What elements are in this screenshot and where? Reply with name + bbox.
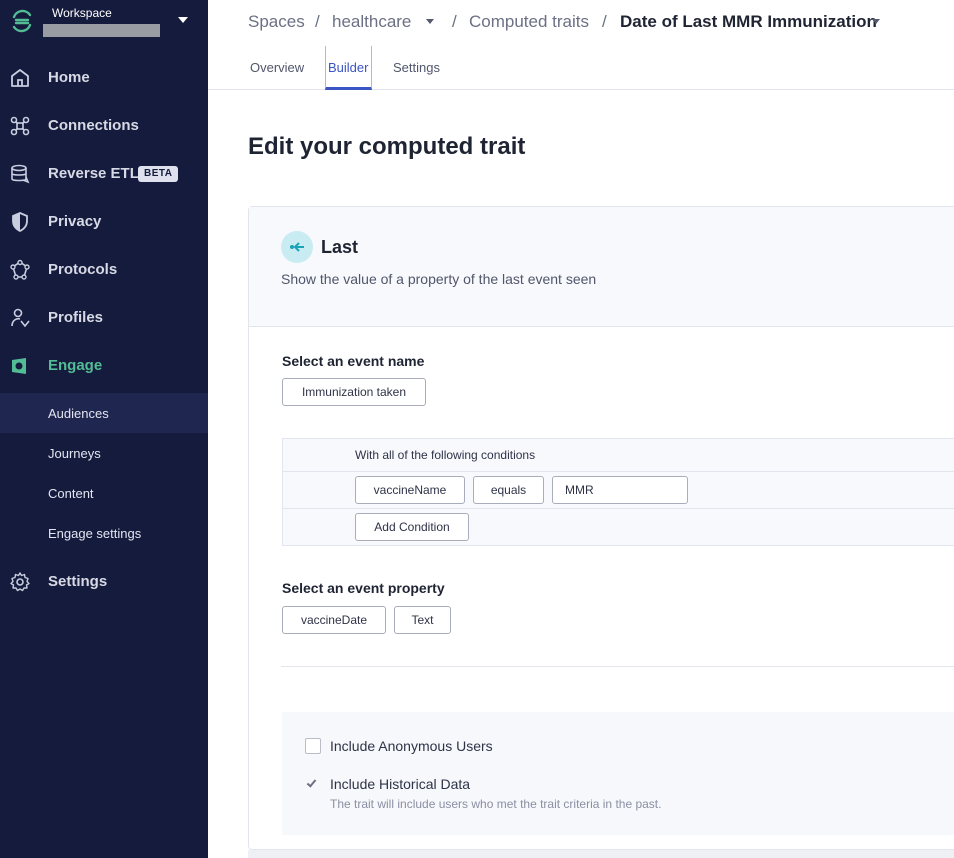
breadcrumb-healthcare[interactable]: healthcare [332, 12, 411, 32]
sidebar-subitem-label: Journeys [48, 446, 101, 461]
segment-logo-icon [12, 9, 32, 33]
sidebar-item-label: Protocols [48, 261, 118, 278]
sidebar-item-protocols[interactable]: Protocols [0, 249, 208, 289]
sidebar-item-label: Profiles [48, 309, 104, 326]
section-divider [281, 666, 954, 667]
sidebar-subitem-audiences[interactable]: Audiences [0, 393, 208, 433]
anonymous-users-label: Include Anonymous Users [330, 738, 493, 754]
conditions-box: With all of the following conditions vac… [282, 438, 954, 546]
page-header: Spaces / healthcare / Computed traits / … [208, 0, 954, 90]
condition-property-select[interactable]: vaccineName [355, 476, 465, 504]
breadcrumb-current-trait: Date of Last MMR Immunization [620, 12, 877, 31]
sidebar-item-home[interactable]: Home [0, 57, 208, 97]
add-condition-button[interactable]: Add Condition [355, 513, 469, 541]
condition-value-input[interactable]: MMR [552, 476, 688, 504]
profile-icon [11, 308, 30, 328]
connections-icon [10, 116, 30, 136]
protocols-icon [10, 259, 30, 280]
sidebar-subitem-engage-settings[interactable]: Engage settings [0, 513, 208, 553]
historical-data-help: The trait will include users who met the… [330, 797, 662, 811]
home-icon [11, 69, 29, 87]
sidebar-item-label: Privacy [48, 213, 102, 230]
sidebar-item-engage[interactable]: Engage [0, 345, 208, 385]
sidebar-item-privacy[interactable]: Privacy [0, 201, 208, 241]
sidebar-subitem-content[interactable]: Content [0, 473, 208, 513]
workspace-label: Workspace [52, 6, 112, 20]
breadcrumb-separator: / [452, 12, 457, 31]
trait-type-description: Show the value of a property of the last… [281, 271, 597, 287]
trait-type-header: Last Show the value of a property of the… [249, 207, 954, 327]
page-title: Edit your computed trait [248, 133, 526, 160]
sidebar-item-settings[interactable]: Settings [0, 561, 208, 601]
sidebar-subitem-label: Engage settings [48, 526, 142, 541]
beta-badge: BETA [138, 166, 179, 182]
trait-type-badge [281, 231, 313, 263]
condition-row: vaccineName equals MMR [283, 472, 954, 509]
sidebar-item-profiles[interactable]: Profiles [0, 297, 208, 337]
breadcrumb-computed-traits[interactable]: Computed traits [469, 12, 589, 32]
shield-icon [12, 212, 28, 233]
breadcrumb-separator: / [602, 12, 607, 31]
event-property-label: Select an event property [282, 580, 445, 596]
checkmark-icon [306, 777, 317, 788]
conditions-title: With all of the following conditions [355, 448, 536, 462]
breadcrumb-separator: / [315, 12, 320, 31]
trait-builder-card: Last Show the value of a property of the… [248, 206, 954, 850]
breadcrumb-spaces[interactable]: Spaces [248, 12, 305, 32]
database-icon [11, 164, 30, 184]
engage-icon [12, 358, 26, 374]
sidebar-item-label: Home [48, 69, 90, 86]
event-name-select[interactable]: Immunization taken [282, 378, 426, 406]
sidebar-subitem-journeys[interactable]: Journeys [0, 433, 208, 473]
sidebar-item-label: Settings [48, 573, 108, 590]
event-property-select[interactable]: vaccineDate [282, 606, 386, 634]
tab-builder[interactable]: Builder [328, 60, 368, 75]
sidebar-subitem-label: Audiences [48, 406, 109, 421]
historical-data-checkbox[interactable] [305, 776, 321, 792]
sidebar: Workspace Home Connections Reverse ETL B… [0, 0, 208, 858]
trait-type-title: Last [321, 237, 359, 257]
condition-operator-select[interactable]: equals [473, 476, 544, 504]
sidebar-subitem-label: Content [48, 486, 94, 501]
workspace-switcher[interactable]: Workspace [0, 0, 208, 44]
chevron-down-icon[interactable] [178, 17, 188, 23]
anonymous-users-checkbox[interactable] [305, 738, 321, 754]
gear-icon [10, 572, 30, 592]
event-name-label: Select an event name [282, 353, 425, 369]
sidebar-item-label: Engage [48, 357, 103, 374]
arrow-left-icon [290, 242, 304, 252]
historical-data-label: Include Historical Data [330, 776, 471, 792]
options-panel: Include Anonymous Users Include Historic… [282, 712, 954, 835]
sidebar-item-label: Connections [48, 117, 139, 134]
conditions-header: With all of the following conditions [283, 439, 954, 472]
chevron-down-icon[interactable] [426, 19, 434, 24]
sidebar-item-reverse-etl[interactable]: Reverse ETL BETA [0, 153, 208, 193]
sidebar-item-connections[interactable]: Connections [0, 105, 208, 145]
tab-overview[interactable]: Overview [250, 60, 304, 75]
workspace-name-redacted [43, 24, 160, 37]
property-type-select[interactable]: Text [394, 606, 451, 634]
card-footer-edge [248, 850, 954, 858]
tab-settings[interactable]: Settings [393, 60, 440, 75]
chevron-down-icon[interactable] [872, 19, 880, 24]
sidebar-item-label: Reverse ETL [48, 165, 139, 182]
